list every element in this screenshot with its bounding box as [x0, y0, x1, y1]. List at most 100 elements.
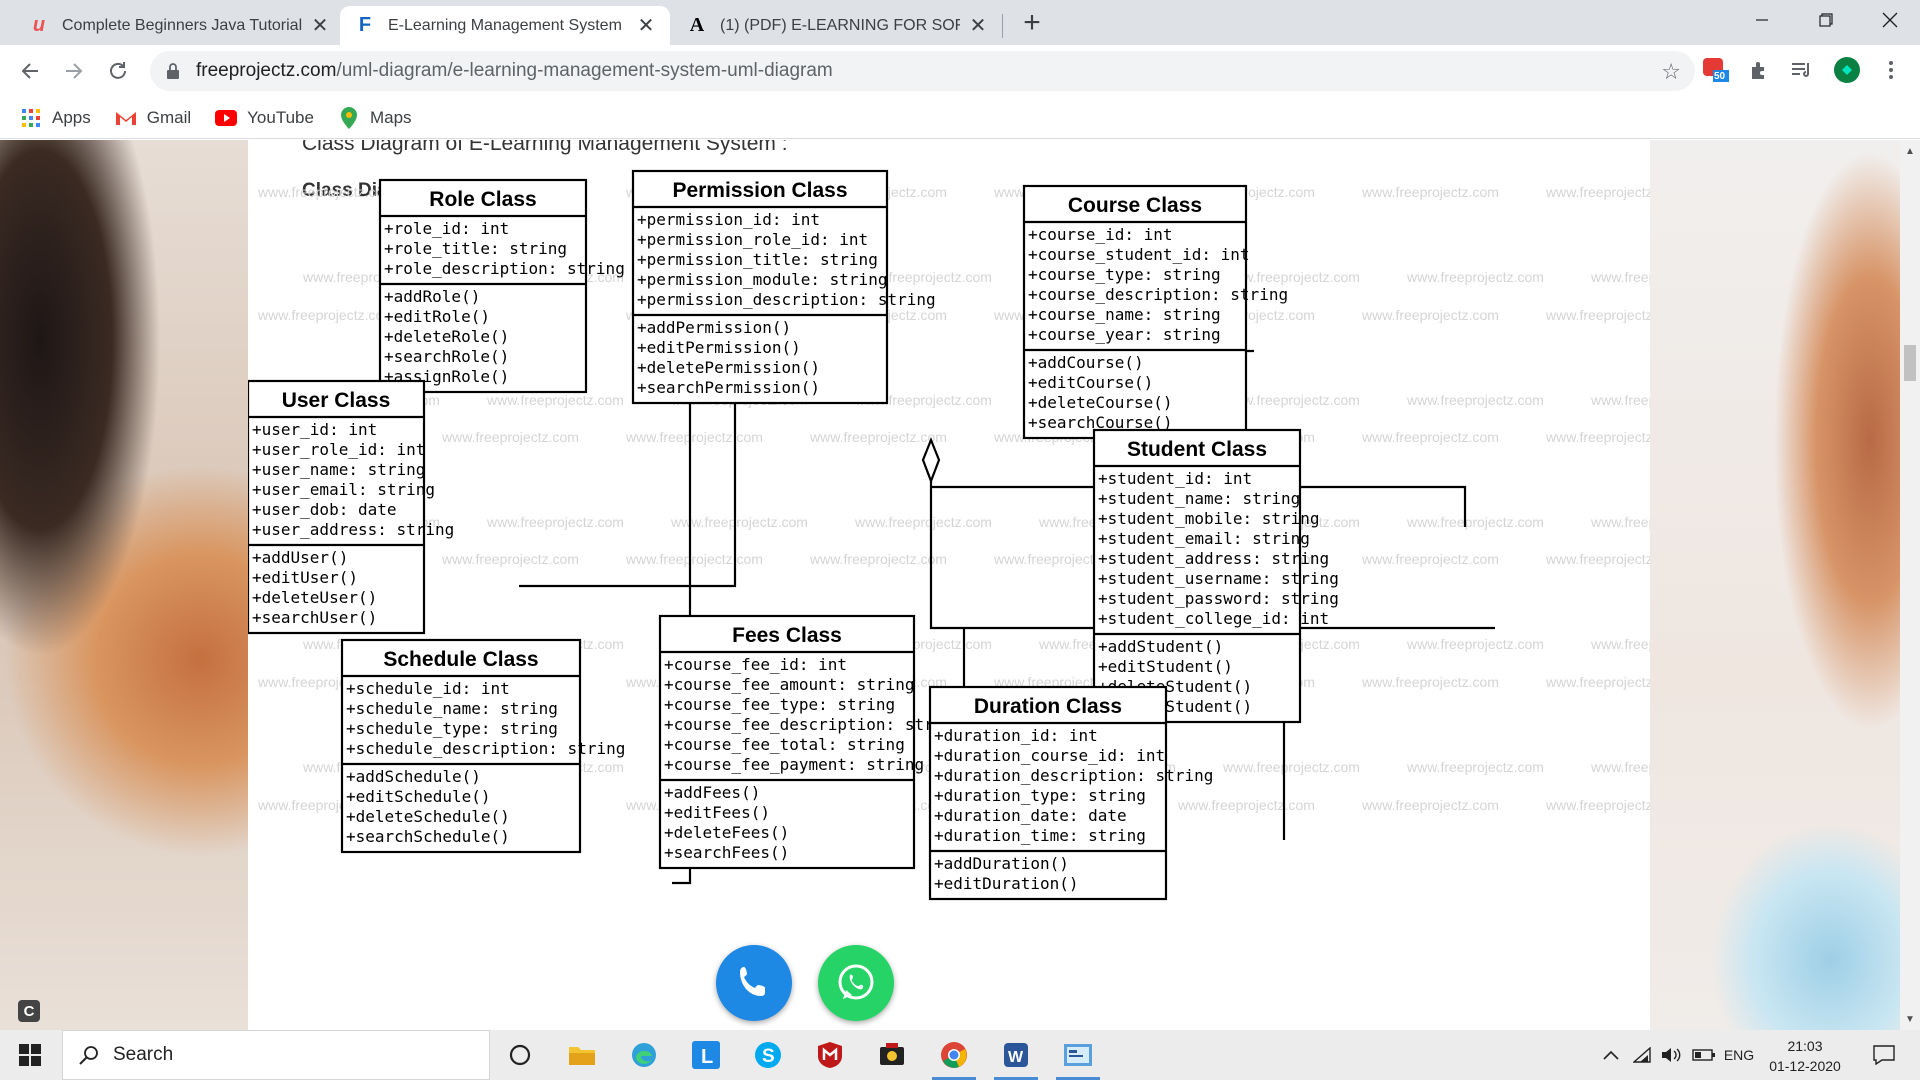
- browser-toolbar: freeprojectz.com/uml-diagram/e-learning-…: [0, 45, 1920, 97]
- scroll-up-icon[interactable]: ▲: [1900, 146, 1920, 157]
- bookmark-label: Maps: [369, 107, 412, 127]
- control-panel-icon: [1064, 1044, 1092, 1066]
- fees-attribute: +course_fee_description: string: [664, 715, 963, 734]
- duration-attribute: +duration_type: string: [934, 786, 1146, 805]
- background-photo-left: [0, 140, 248, 1030]
- watermark-text: www.freeprojectz.com: [854, 514, 992, 530]
- tray-language[interactable]: ENG: [1722, 1030, 1756, 1080]
- maps-pin-icon: [338, 106, 360, 129]
- tab-java-tutorial[interactable]: u Complete Beginners Java Tutorial ✕: [14, 6, 344, 45]
- watermark-text: www.freeprojectz.com: [625, 429, 763, 445]
- page-viewport: Class Diagram of E-Learning Management S…: [0, 140, 1920, 1030]
- permission-attribute: +permission_module: string: [637, 270, 887, 289]
- student-class-title: Student Class: [1127, 438, 1267, 461]
- watermark-text: www.freeprojectz.com: [1177, 797, 1315, 813]
- fees-method: +editFees(): [664, 803, 770, 822]
- duration-class-title: Duration Class: [974, 695, 1122, 718]
- youtube-icon: [215, 107, 238, 129]
- scroll-down-icon[interactable]: ▼: [1900, 1014, 1920, 1025]
- user-method: +searchUser(): [252, 608, 377, 627]
- tray-battery-icon[interactable]: [1690, 1030, 1718, 1080]
- user-attribute: +user_role_id: int: [252, 440, 425, 459]
- tray-chevron-up-icon[interactable]: [1598, 1030, 1624, 1080]
- taskbar-edge[interactable]: [616, 1030, 672, 1080]
- close-icon[interactable]: ✕: [310, 13, 330, 38]
- watermark-text: www.freeprojectz.com: [1590, 514, 1650, 530]
- whatsapp-button[interactable]: [818, 945, 894, 1021]
- menu-button[interactable]: [1876, 55, 1906, 85]
- taskbar-search-box[interactable]: Search: [62, 1030, 490, 1080]
- watermark-text: www.freeprojectz.com: [1545, 307, 1650, 323]
- page-scrollbar[interactable]: ▲ ▼: [1900, 140, 1920, 1030]
- taskbar-word[interactable]: W: [988, 1030, 1044, 1080]
- restore-button[interactable]: [1796, 0, 1856, 40]
- bookmark-youtube[interactable]: YouTube: [215, 107, 314, 129]
- taskbar-file-explorer[interactable]: [554, 1030, 610, 1080]
- tab-elearning[interactable]: F E-Learning Management System ✕: [340, 6, 670, 45]
- taskbar-app-l[interactable]: L: [678, 1030, 734, 1080]
- close-icon[interactable]: ✕: [968, 13, 988, 38]
- bookmark-apps[interactable]: Apps: [20, 107, 91, 129]
- new-tab-button[interactable]: +: [1014, 6, 1050, 42]
- student-attribute: +student_name: string: [1098, 489, 1300, 508]
- fees-method: +searchFees(): [664, 843, 789, 862]
- profile-avatar[interactable]: [1832, 55, 1862, 85]
- taskbar-chrome[interactable]: [926, 1030, 982, 1080]
- watermark-text: www.freeprojectz.com: [1590, 392, 1650, 408]
- extensions-button[interactable]: [1744, 55, 1774, 85]
- student-attribute: +student_college_id: int: [1098, 609, 1329, 628]
- clock-time: 21:03: [1787, 1038, 1823, 1054]
- tray-volume-icon[interactable]: [1658, 1030, 1686, 1080]
- windows-taskbar: Search L S W ENG 21:03 01-12-2020: [0, 1030, 1920, 1080]
- taskbar-control-panel[interactable]: [1050, 1030, 1106, 1080]
- reload-button[interactable]: [100, 53, 136, 89]
- arrow-left-icon: [21, 63, 38, 79]
- role-attribute: +role_description: string: [384, 259, 625, 278]
- bookmark-gmail[interactable]: Gmail: [115, 107, 191, 129]
- taskbar-skype[interactable]: S: [740, 1030, 796, 1080]
- media-controls-button[interactable]: [1786, 55, 1816, 85]
- bookmark-star-icon[interactable]: ☆: [1661, 59, 1681, 85]
- start-button[interactable]: [0, 1030, 60, 1080]
- role-attribute: +role_id: int: [384, 219, 509, 238]
- restore-icon: [1819, 13, 1833, 27]
- address-bar[interactable]: freeprojectz.com/uml-diagram/e-learning-…: [150, 51, 1695, 91]
- schedule-method: +deleteSchedule(): [346, 807, 510, 826]
- extension-badge-button[interactable]: 50: [1700, 55, 1730, 85]
- call-button[interactable]: [716, 945, 792, 1021]
- lock-icon: [166, 63, 180, 79]
- fees-class-box: Fees Class+course_fee_id: int+course_fee…: [658, 614, 963, 870]
- tab-pdf[interactable]: A (1) (PDF) E-LEARNING FOR SOFT ✕: [672, 6, 1002, 45]
- fees-class-title: Fees Class: [732, 624, 842, 647]
- minimize-button[interactable]: [1732, 0, 1792, 40]
- course-attribute: +course_description: string: [1028, 285, 1288, 304]
- tray-clock[interactable]: 21:03 01-12-2020: [1760, 1036, 1850, 1076]
- watermark-text: www.freeprojectz.com: [1406, 636, 1544, 652]
- scrollbar-thumb[interactable]: [1904, 345, 1916, 381]
- taskbar-camera-app[interactable]: [864, 1030, 920, 1080]
- back-button[interactable]: [12, 53, 48, 89]
- user-attribute: +user_id: int: [252, 420, 377, 439]
- tray-wifi-icon[interactable]: [1628, 1030, 1656, 1080]
- watermark-text: www.freeprojectz.com: [1590, 269, 1650, 285]
- close-window-button[interactable]: [1860, 0, 1920, 40]
- permission-method: +searchPermission(): [637, 378, 820, 397]
- forward-button[interactable]: [56, 53, 92, 89]
- taskbar-mcafee[interactable]: [802, 1030, 858, 1080]
- side-widget-icon[interactable]: C: [18, 1000, 40, 1022]
- notification-center-icon[interactable]: [1864, 1030, 1904, 1080]
- course-attribute: +course_name: string: [1028, 305, 1221, 324]
- schedule-class-title: Schedule Class: [383, 648, 538, 671]
- user-class-box: User Class +user_id: int+user_role_id: in…: [248, 379, 454, 635]
- student-attribute: +student_address: string: [1098, 549, 1329, 568]
- course-attribute: +course_student_id: int: [1028, 245, 1250, 264]
- bookmark-maps[interactable]: Maps: [338, 106, 412, 129]
- task-view-button[interactable]: [492, 1030, 548, 1080]
- article-content: Class Diagram of E-Learning Management S…: [248, 140, 1650, 1030]
- fees-attribute: +course_fee_type: string: [664, 695, 895, 714]
- permission-attribute: +permission_role_id: int: [637, 230, 868, 249]
- watermark-text: www.freeprojectz.com: [625, 551, 763, 567]
- reload-icon: [110, 62, 126, 79]
- close-icon[interactable]: ✕: [636, 13, 656, 38]
- mcafee-shield-icon: [818, 1042, 842, 1068]
